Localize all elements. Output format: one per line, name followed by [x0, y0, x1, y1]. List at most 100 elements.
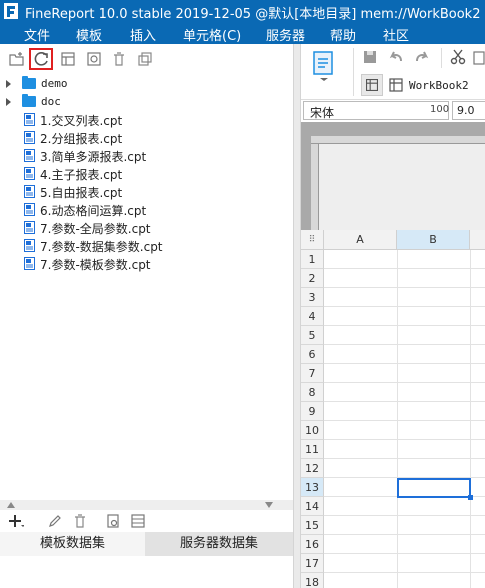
edit-icon[interactable] — [46, 512, 64, 530]
spreadsheet-grid[interactable]: ⠿ A B 1 2 3 4 5 6 7 8 9 10 11 12 13 14 15 16 17 18 — [301, 230, 485, 588]
tree-file[interactable]: 6.动态格间运算.cpt — [0, 201, 290, 219]
row-line — [324, 534, 485, 535]
toolbar-separator — [353, 48, 354, 96]
folder-label: doc — [41, 95, 61, 108]
new-folder-icon[interactable] — [8, 50, 26, 68]
report-file-icon — [24, 113, 35, 126]
fill-handle[interactable] — [468, 495, 473, 500]
redo-icon[interactable] — [413, 48, 431, 66]
font-toolbar: 宋体 100 9.0 — [301, 100, 485, 122]
preview-icon[interactable] — [104, 512, 122, 530]
delete-icon[interactable] — [110, 50, 128, 68]
report-file-icon — [24, 257, 35, 270]
pane-divider[interactable] — [0, 500, 293, 510]
font-size-field[interactable]: 9.0 — [452, 101, 485, 120]
copy-icon[interactable] — [136, 50, 154, 68]
row-line — [324, 268, 485, 269]
tree-file[interactable]: 5.自由报表.cpt — [0, 183, 290, 201]
file-label: 4.主子报表.cpt — [40, 168, 123, 182]
row-line — [324, 325, 485, 326]
row-header[interactable]: 15 — [301, 516, 324, 535]
file-label: 2.分组报表.cpt — [40, 132, 123, 146]
report-file-icon — [24, 221, 35, 234]
font-name-select[interactable]: 宋体 100 — [303, 101, 449, 120]
column-header-b[interactable]: B — [397, 230, 470, 250]
sheet-tab-label: WorkBook2 — [409, 79, 469, 92]
menu-help[interactable]: 帮助 — [330, 25, 356, 44]
page-ruler-area — [301, 122, 485, 230]
row-header[interactable]: 2 — [301, 269, 324, 288]
tree-file[interactable]: 7.参数-数据集参数.cpt — [0, 237, 290, 255]
tree-file[interactable]: 2.分组报表.cpt — [0, 129, 290, 147]
tab-template-dataset[interactable]: 模板数据集 — [0, 532, 145, 556]
row-header[interactable]: 5 — [301, 326, 324, 345]
row-header[interactable]: 1 — [301, 250, 324, 269]
report-file-icon — [24, 203, 35, 216]
menu-file[interactable]: 文件 — [24, 25, 50, 44]
sheet-tab[interactable]: WorkBook2 — [387, 76, 485, 96]
row-header[interactable]: 12 — [301, 459, 324, 478]
row-header[interactable]: 14 — [301, 497, 324, 516]
tree-file[interactable]: 4.主子报表.cpt — [0, 165, 290, 183]
row-header[interactable]: 17 — [301, 554, 324, 573]
row-header[interactable]: 11 — [301, 440, 324, 459]
row-header[interactable]: 3 — [301, 288, 324, 307]
menu-server[interactable]: 服务器 — [266, 25, 305, 44]
font-name-value: 宋体 — [310, 106, 335, 120]
zoom-value: 100 — [430, 104, 450, 115]
tree-folder-demo[interactable]: demo — [0, 75, 290, 93]
delete-dataset-icon[interactable] — [71, 512, 89, 530]
row-header[interactable]: 7 — [301, 364, 324, 383]
row-line — [324, 515, 485, 516]
grid-view-toggle[interactable] — [361, 74, 383, 96]
tree-file[interactable]: 3.简单多源报表.cpt — [0, 147, 290, 165]
template-tool-icon[interactable] — [311, 50, 337, 82]
expand-arrow-icon[interactable] — [6, 98, 11, 106]
col-line — [397, 250, 398, 588]
undo-icon[interactable] — [387, 48, 405, 66]
file-label: 7.参数-全局参数.cpt — [40, 222, 151, 236]
row-header[interactable]: 10 — [301, 421, 324, 440]
file-label: 6.动态格间运算.cpt — [40, 204, 147, 218]
file-label: 1.交叉列表.cpt — [40, 114, 123, 128]
cut-icon[interactable] — [449, 48, 467, 66]
row-header[interactable]: 9 — [301, 402, 324, 421]
tree-folder-doc[interactable]: doc — [0, 93, 290, 111]
report-file-icon — [24, 167, 35, 180]
report-file-icon — [24, 185, 35, 198]
select-all-corner[interactable]: ⠿ — [301, 230, 324, 250]
menu-template[interactable]: 模板 — [76, 25, 102, 44]
copy-cell-icon[interactable] — [471, 48, 485, 66]
tab-server-dataset[interactable]: 服务器数据集 — [145, 532, 293, 556]
vertical-splitter[interactable] — [293, 44, 301, 588]
settings-icon[interactable] — [85, 50, 103, 68]
expand-arrow-icon[interactable] — [6, 80, 11, 88]
tree-file[interactable]: 1.交叉列表.cpt — [0, 111, 290, 129]
row-line — [324, 572, 485, 573]
row-line — [324, 401, 485, 402]
add-dataset-icon[interactable] — [6, 512, 25, 530]
selected-cell[interactable] — [397, 478, 473, 500]
menu-cell[interactable]: 单元格(C) — [183, 25, 241, 44]
row-header[interactable]: 18 — [301, 573, 324, 588]
collapse-up-icon[interactable] — [7, 502, 15, 508]
row-header[interactable]: 6 — [301, 345, 324, 364]
tree-file[interactable]: 7.参数-全局参数.cpt — [0, 219, 290, 237]
column-header-a[interactable]: A — [324, 230, 397, 250]
save-icon[interactable] — [361, 48, 379, 66]
edit-template-icon[interactable] — [59, 50, 77, 68]
row-header[interactable]: 16 — [301, 535, 324, 554]
column-header-c[interactable] — [470, 230, 485, 250]
grid-icon — [366, 79, 378, 91]
menu-community[interactable]: 社区 — [383, 25, 409, 44]
row-header[interactable]: 8 — [301, 383, 324, 402]
dataset-settings-icon[interactable] — [129, 512, 147, 530]
row-line — [324, 382, 485, 383]
row-header[interactable]: 4 — [301, 307, 324, 326]
row-header[interactable]: 13 — [301, 478, 324, 497]
tree-file[interactable]: 7.参数-模板参数.cpt — [0, 255, 290, 273]
vertical-ruler — [311, 144, 319, 230]
menu-insert[interactable]: 插入 — [130, 25, 156, 44]
collapse-down-icon[interactable] — [265, 502, 273, 508]
dataset-tabs: 模板数据集 服务器数据集 — [0, 532, 293, 556]
